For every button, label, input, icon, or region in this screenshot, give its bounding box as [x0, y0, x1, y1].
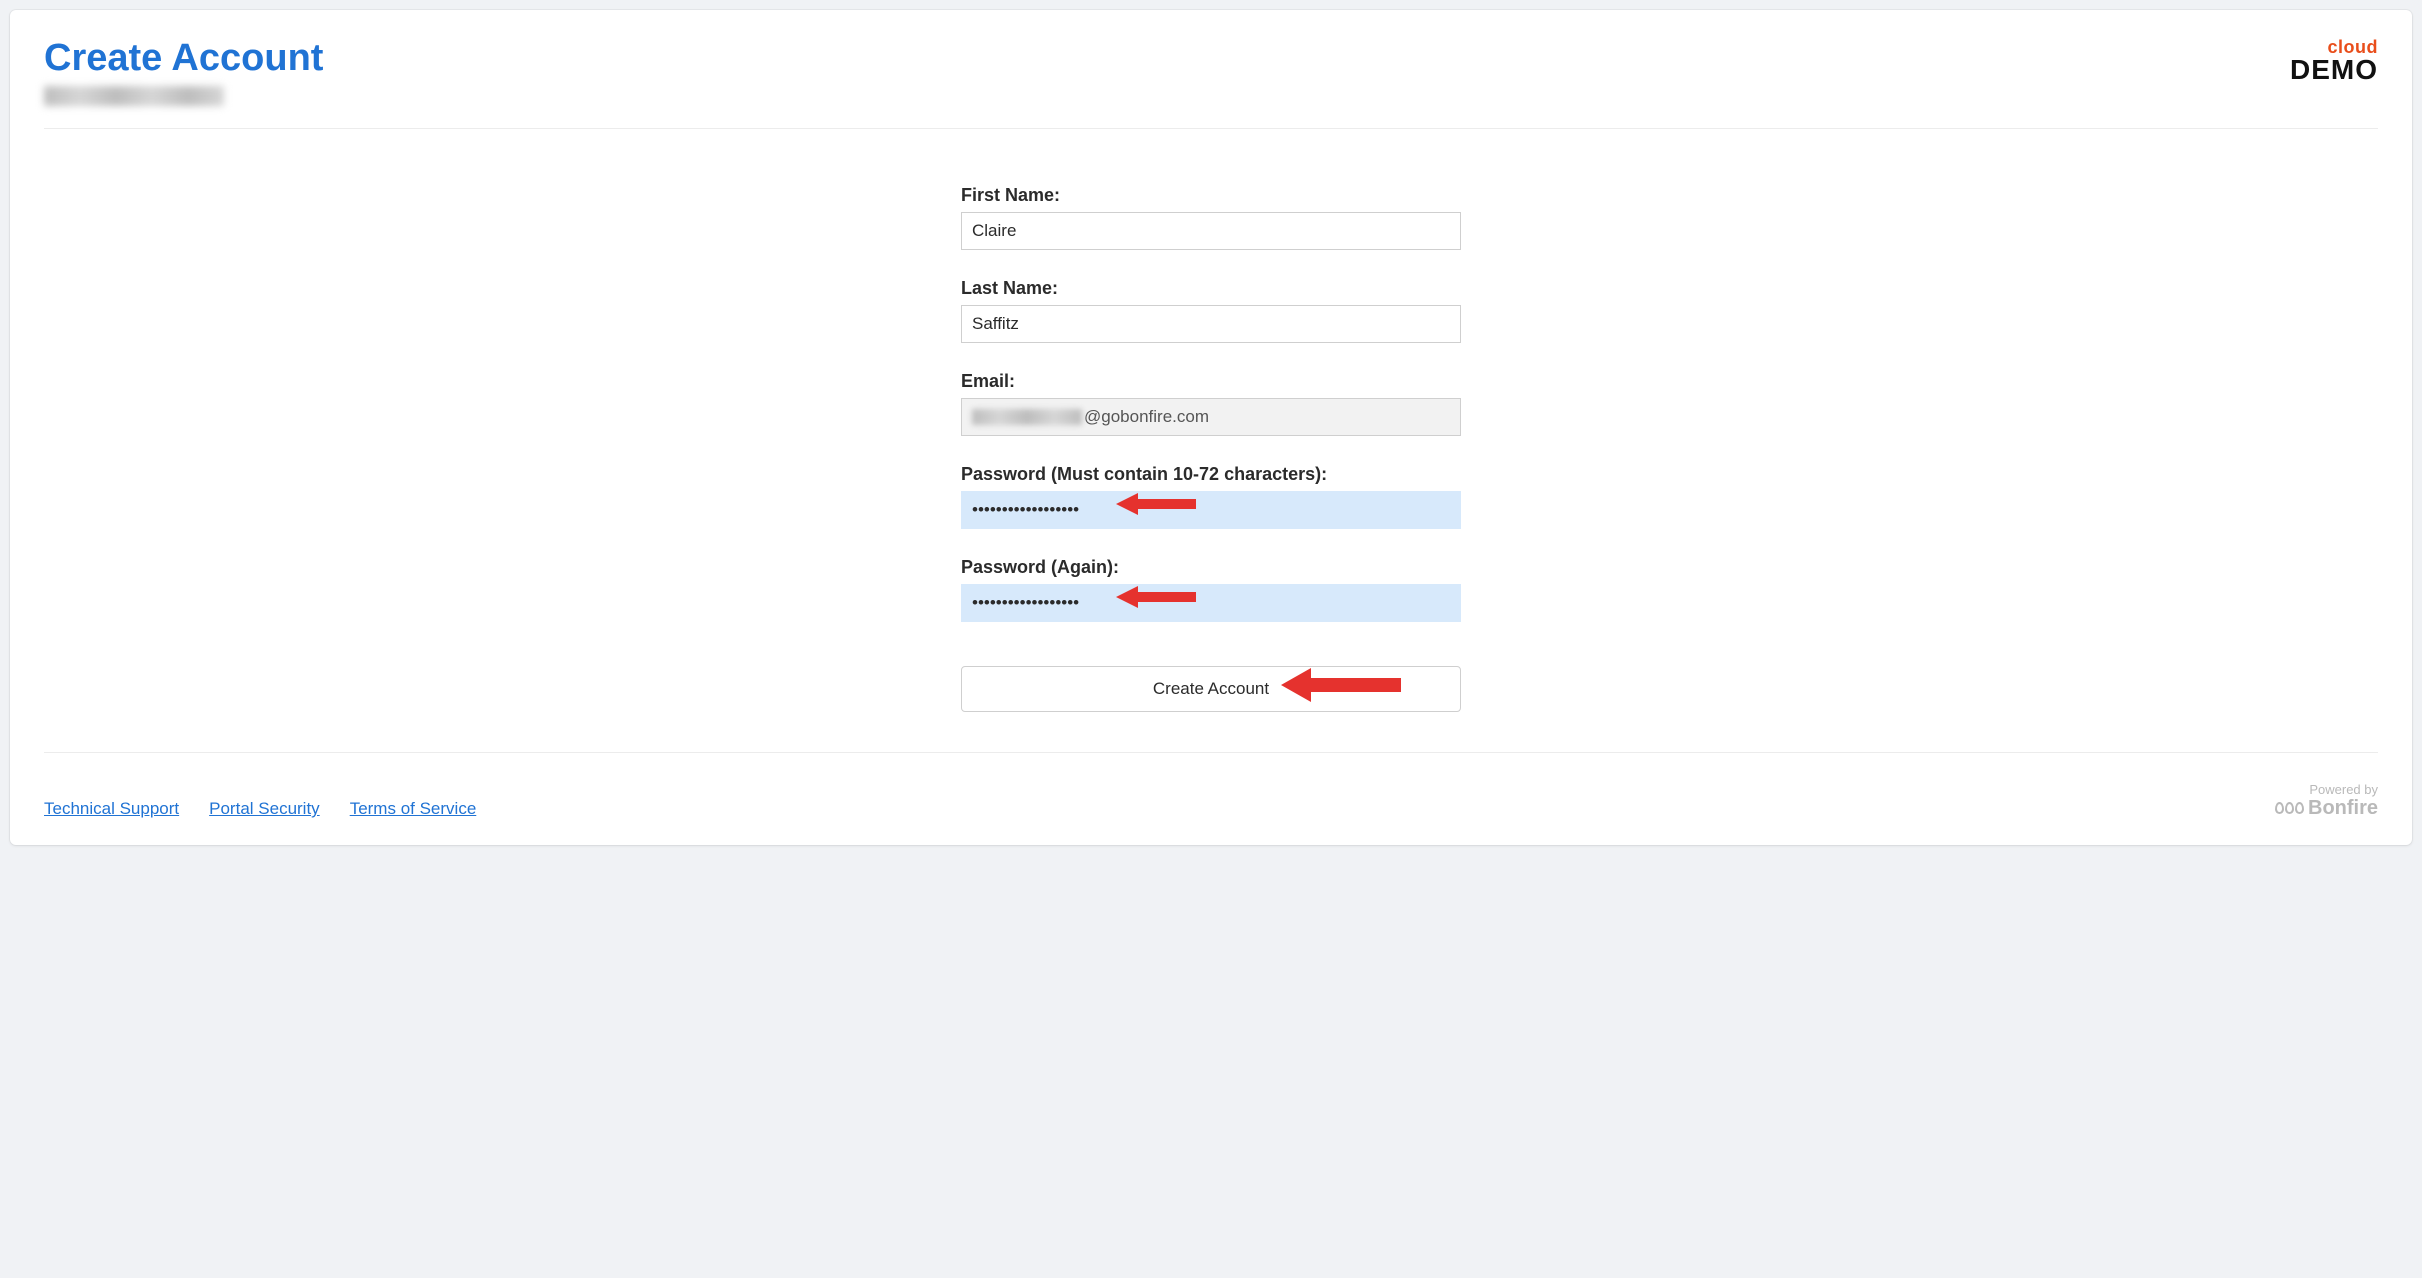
powered-by-brand: Bonfire	[2275, 797, 2378, 819]
first-name-input[interactable]	[961, 212, 1461, 250]
submit-group: Create Account	[961, 666, 1461, 712]
powered-by-brand-text: Bonfire	[2308, 797, 2378, 819]
password-input[interactable]	[961, 491, 1461, 529]
create-account-button[interactable]: Create Account	[961, 666, 1461, 712]
password-again-group: Password (Again):	[961, 557, 1461, 622]
logo-bottom-text: DEMO	[2290, 56, 2378, 84]
email-group: Email: @gobonfire.com	[961, 371, 1461, 436]
powered-by-block: Powered by Bonfire	[2275, 783, 2378, 819]
password-again-label: Password (Again):	[961, 557, 1461, 578]
password-again-input[interactable]	[961, 584, 1461, 622]
first-name-group: First Name:	[961, 185, 1461, 250]
email-label: Email:	[961, 371, 1461, 392]
footer-row: Technical Support Portal Security Terms …	[44, 783, 2378, 819]
footer-divider	[44, 752, 2378, 753]
last-name-input[interactable]	[961, 305, 1461, 343]
header-left: Create Account	[44, 38, 323, 106]
last-name-group: Last Name:	[961, 278, 1461, 343]
last-name-label: Last Name:	[961, 278, 1461, 299]
bonfire-flame-icon	[2275, 802, 2304, 814]
header-row: Create Account cloud DEMO	[44, 38, 2378, 106]
brand-logo: cloud DEMO	[2290, 38, 2378, 84]
page-title: Create Account	[44, 38, 323, 80]
password-group: Password (Must contain 10-72 characters)…	[961, 464, 1461, 529]
technical-support-link[interactable]: Technical Support	[44, 799, 179, 819]
subtitle-redacted	[44, 86, 224, 106]
password-label: Password (Must contain 10-72 characters)…	[961, 464, 1461, 485]
header-divider	[44, 128, 2378, 129]
terms-of-service-link[interactable]: Terms of Service	[350, 799, 477, 819]
email-suffix: @gobonfire.com	[1084, 407, 1209, 427]
email-redacted-prefix	[972, 409, 1082, 425]
signup-form: First Name: Last Name: Email: @gobonfire…	[961, 185, 1461, 712]
email-input: @gobonfire.com	[961, 398, 1461, 436]
portal-security-link[interactable]: Portal Security	[209, 799, 320, 819]
footer-links: Technical Support Portal Security Terms …	[44, 799, 476, 819]
create-account-card: Create Account cloud DEMO First Name: La…	[10, 10, 2412, 845]
first-name-label: First Name:	[961, 185, 1461, 206]
powered-by-label: Powered by	[2275, 783, 2378, 797]
